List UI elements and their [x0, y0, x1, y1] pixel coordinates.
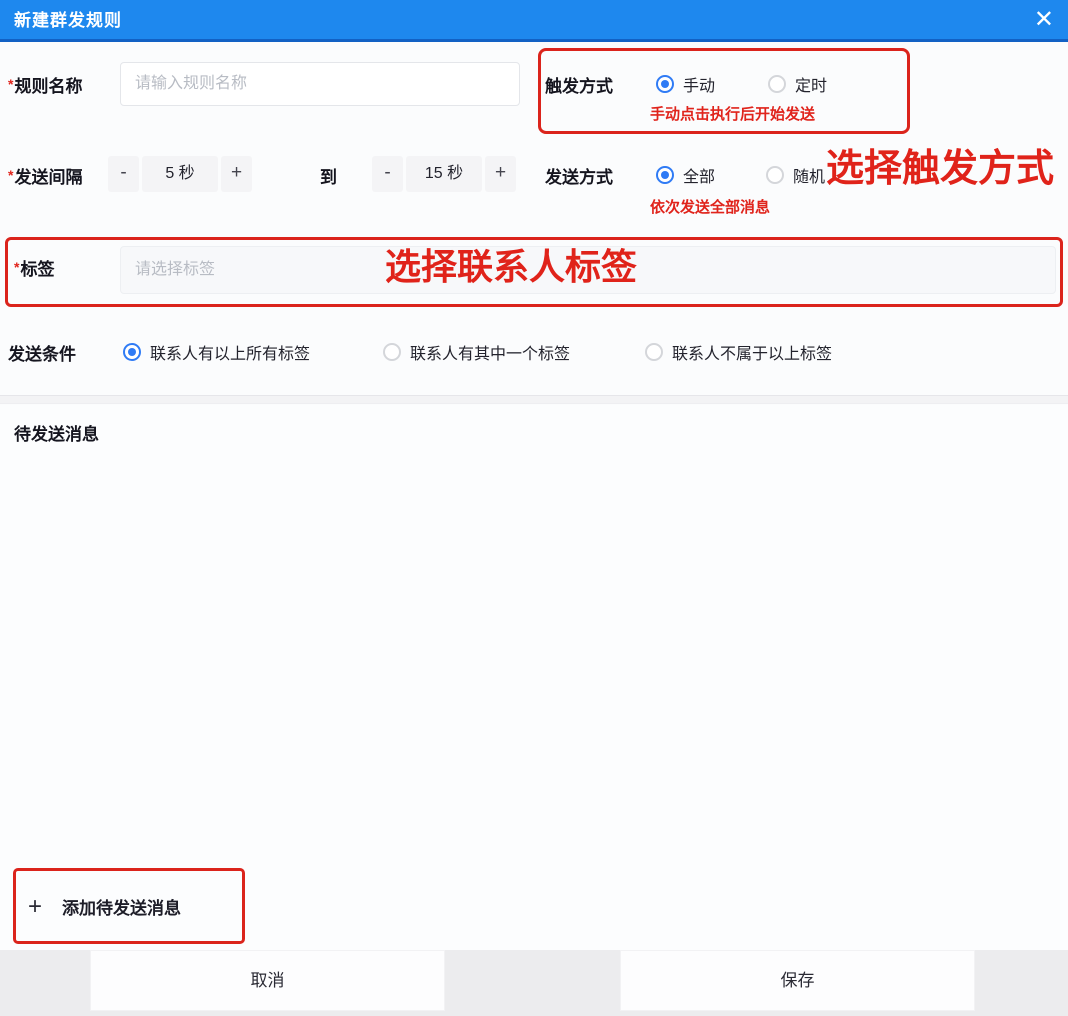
- trigger-note: 手动点击执行后开始发送: [650, 103, 815, 124]
- dialog-header: 新建群发规则 ✕: [0, 0, 1068, 42]
- radio-label: 联系人有以上所有标签: [150, 340, 310, 364]
- send-mode-option-all[interactable]: 全部: [656, 163, 715, 187]
- section-divider: [0, 395, 1068, 404]
- trigger-option-manual[interactable]: 手动: [656, 72, 715, 96]
- send-condition-label: 发送条件: [8, 340, 76, 365]
- radio-unchecked-icon: [768, 75, 786, 93]
- interval-min-decrease-button[interactable]: -: [108, 156, 139, 192]
- cancel-button[interactable]: 取消: [90, 950, 445, 1011]
- radio-unchecked-icon: [383, 343, 401, 361]
- rule-name-input[interactable]: [120, 62, 520, 106]
- radio-checked-icon: [123, 343, 141, 361]
- trigger-method-label: 触发方式: [545, 72, 613, 97]
- send-mode-note: 依次发送全部消息: [650, 196, 770, 217]
- radio-label: 全部: [683, 163, 715, 187]
- send-mode-label: 发送方式: [545, 163, 613, 188]
- required-asterisk: *: [8, 167, 13, 183]
- required-asterisk: *: [8, 76, 13, 92]
- radio-checked-icon: [656, 166, 674, 184]
- interval-max-increase-button[interactable]: +: [485, 156, 516, 192]
- interval-min-increase-button[interactable]: +: [221, 156, 252, 192]
- new-broadcast-rule-dialog: 新建群发规则 ✕ *规则名称 触发方式 手动 定时 手动点击执行后开始发送 *发…: [0, 0, 1068, 1016]
- interval-max-decrease-button[interactable]: -: [372, 156, 403, 192]
- condition-option-not-tags[interactable]: 联系人不属于以上标签: [645, 340, 832, 364]
- radio-label: 随机: [793, 163, 825, 187]
- tags-label: *标签: [14, 255, 54, 280]
- radio-checked-icon: [656, 75, 674, 93]
- condition-option-all-tags[interactable]: 联系人有以上所有标签: [123, 340, 310, 364]
- send-mode-option-random[interactable]: 随机: [766, 163, 825, 187]
- radio-label: 联系人不属于以上标签: [672, 340, 832, 364]
- radio-unchecked-icon: [766, 166, 784, 184]
- dialog-footer: 取消 保存: [0, 950, 1068, 1016]
- radio-unchecked-icon: [645, 343, 663, 361]
- interval-label: *发送间隔: [8, 163, 82, 188]
- plus-icon: +: [28, 895, 42, 919]
- trigger-option-timed[interactable]: 定时: [768, 72, 827, 96]
- radio-label: 定时: [795, 72, 827, 96]
- add-button-label: 添加待发送消息: [62, 894, 181, 919]
- tags-callout-text: 选择联系人标签: [385, 249, 637, 285]
- interval-max-value: 15 秒: [406, 156, 482, 192]
- condition-option-one-tag[interactable]: 联系人有其中一个标签: [383, 340, 570, 364]
- interval-min-value: 5 秒: [142, 156, 218, 192]
- pending-messages-area: [0, 405, 1068, 950]
- dialog-title: 新建群发规则: [14, 0, 122, 42]
- add-pending-message-button[interactable]: + 添加待发送消息: [28, 894, 181, 919]
- radio-label: 联系人有其中一个标签: [410, 340, 570, 364]
- pending-messages-label: 待发送消息: [14, 420, 99, 445]
- required-asterisk: *: [14, 259, 19, 275]
- trigger-callout-text: 选择触发方式: [826, 150, 1054, 188]
- radio-label: 手动: [683, 72, 715, 96]
- interval-to-label: 到: [320, 163, 337, 188]
- save-button[interactable]: 保存: [620, 950, 975, 1011]
- rule-name-label: *规则名称: [8, 72, 82, 97]
- close-icon[interactable]: ✕: [1034, 0, 1054, 40]
